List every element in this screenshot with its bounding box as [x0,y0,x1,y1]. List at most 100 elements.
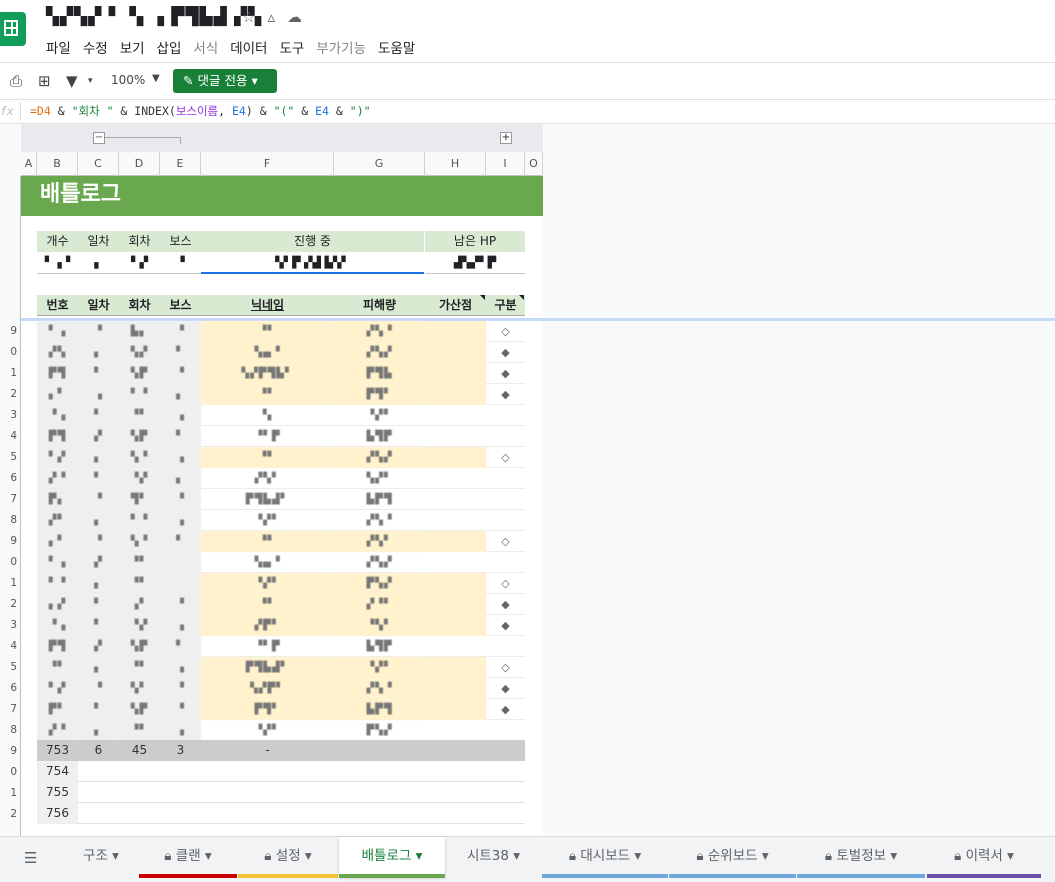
table-cell[interactable]: ▝▞ [119,615,160,636]
menu-item-0[interactable]: 파일 [46,37,78,57]
column-header-d[interactable]: D [119,152,160,176]
summary-value[interactable]: ▟▚▞▘▛ [425,252,525,274]
column-header-g[interactable]: G [334,152,425,176]
table-header[interactable]: 보스 [160,295,201,316]
table-cell[interactable]: ▘▞ [37,447,78,468]
bonus-cell[interactable] [425,384,486,405]
zoom-caret-icon[interactable]: ▼ [152,73,160,84]
bonus-cell[interactable] [425,573,486,594]
table-cell[interactable]: ▘ [78,363,119,384]
column-header-c[interactable]: C [78,152,119,176]
bonus-cell[interactable] [425,321,486,342]
bonus-cell[interactable] [425,531,486,552]
table-cell[interactable]: ▗ [78,384,119,405]
table-cell[interactable]: ▘ [78,615,119,636]
type-diamond-icon[interactable]: ◆ [486,363,525,384]
summary-header[interactable]: 일차 [78,231,119,252]
type-diamond-icon[interactable] [486,468,525,489]
type-diamond-icon[interactable]: ◇ [486,573,525,594]
table-cell[interactable]: ▝▞▘ [201,510,334,531]
table-header[interactable]: 회차 [119,295,160,316]
table-cell[interactable]: ▞ [78,552,119,573]
table-cell[interactable]: ▚▝ [119,531,160,552]
bonus-cell[interactable] [425,468,486,489]
table-cell[interactable]: ▝▘ [119,552,160,573]
table-cell[interactable]: ▘▗ [37,321,78,342]
print-icon[interactable]: ⎙ [10,72,22,90]
table-cell[interactable]: ▞▚▝ [334,678,425,699]
menu-item-5[interactable]: 데이터 [230,37,274,57]
empty-row[interactable]: 756 [37,803,525,824]
bonus-cell[interactable] [425,699,486,720]
table-cell[interactable]: ▘▝ [37,573,78,594]
row-header[interactable]: 2 [10,808,17,820]
table-cell[interactable]: ▛▜ [37,363,78,384]
empty-row[interactable]: 754 [37,761,525,782]
row-header[interactable]: 0 [10,556,17,568]
table-cell[interactable]: ▘ [78,405,119,426]
table-row[interactable]: ▞▘ ▖ ▘▝ ▗ ▝▞▘ ▞▚▝ [37,510,525,531]
table-row[interactable]: ▘▞ ▖ ▚▝ ▗ ▝▘ ▞▚▞ ◇ [37,447,525,468]
sheets-logo-icon[interactable] [0,12,26,46]
type-diamond-icon[interactable]: ◇ [486,531,525,552]
table-cell[interactable]: ▚▄▝ [201,552,334,573]
formula-bar[interactable]: fx =D4 & "회차 " & INDEX(보스이름, E4) & "(" &… [0,100,1055,124]
current-nick[interactable]: - [201,740,334,761]
table-cell[interactable]: ▘ [160,531,201,552]
summary-header[interactable]: 회차 [119,231,160,252]
table-cell[interactable]: ▝▖ [201,405,334,426]
row-header[interactable]: 9 [10,535,17,547]
table-row[interactable]: ▛▘ ▘ ▚▛ ▝ ▛▜▘ ▙▛▜ ◆ [37,699,525,720]
bonus-cell[interactable] [425,615,486,636]
table-cell[interactable]: ▞ [78,426,119,447]
table-cell[interactable]: ▞▝ [37,468,78,489]
bonus-cell[interactable] [425,363,486,384]
type-diamond-icon[interactable] [486,636,525,657]
table-cell[interactable]: ▗ [160,657,201,678]
bonus-cell[interactable] [425,510,486,531]
bonus-cell[interactable] [425,405,486,426]
table-cell[interactable]: ▛▚▞ [334,573,425,594]
row-header[interactable]: 4 [10,430,17,442]
row-header[interactable]: 5 [10,451,17,463]
table-cell[interactable]: ▘▞ [37,678,78,699]
table-cell[interactable]: ▝▞▘ [201,720,334,741]
table-cell[interactable]: ▝ [160,489,201,510]
table-cell[interactable]: ▝▘ [37,657,78,678]
table-cell[interactable]: ▝▘ [201,531,334,552]
table-cell[interactable]: ▝ [160,594,201,615]
table-cell[interactable]: ▚▘ [119,678,160,699]
table-cell[interactable]: ▘ [160,342,201,363]
table-cell[interactable]: ▝▗ [37,615,78,636]
table-header[interactable]: 피해량 [334,295,425,316]
table-row[interactable]: ▞▝ ▘ ▝▞ ▖ ▞▚▘ ▚▞▘ [37,468,525,489]
table-cell[interactable]: ▝ [160,678,201,699]
row-number-cell[interactable]: 755 [37,782,78,803]
table-cell[interactable]: ▘ [78,699,119,720]
table-row[interactable]: ▛▖ ▝ ▜▘ ▝ ▛▜▙▟▘ ▙▛▜ [37,489,525,510]
row-header[interactable]: 7 [10,703,17,715]
bonus-cell[interactable] [425,657,486,678]
table-row[interactable]: ▖▘ ▗ ▘▝ ▖ ▝▘ ▛▜▘ ◆ [37,384,525,405]
row-header[interactable]: 1 [10,367,17,379]
table-cell[interactable]: ▞▝ [37,720,78,741]
type-diamond-icon[interactable] [486,426,525,447]
column-header-e[interactable]: E [160,152,201,176]
table-cell[interactable]: ▖ [160,384,201,405]
table-row[interactable]: ▘▝ ▖ ▝▘ ▝▞▘ ▛▚▞ ◇ [37,573,525,594]
table-cell[interactable]: ▛▜▙▟▘ [201,657,334,678]
table-cell[interactable]: ▞▚▝ [334,510,425,531]
summary-value[interactable]: ▘▗▝ [37,252,78,274]
summary-header[interactable]: 진행 중 [201,231,424,252]
table-cell[interactable]: ▞▚▞ [334,552,425,573]
table-cell[interactable]: ▞ [78,636,119,657]
table-cell[interactable]: ▝▘ [201,321,334,342]
table-header[interactable]: 일차 [78,295,119,316]
row-header[interactable]: 0 [10,766,17,778]
table-cell[interactable]: ▖▘ [37,384,78,405]
bonus-cell[interactable] [425,720,486,741]
table-cell[interactable]: ▛▜▘ [201,699,334,720]
sheet-tab[interactable]: 🔒︎ 토벌정보 ▾ [797,837,925,878]
table-cell[interactable]: ▞▘ [37,510,78,531]
bonus-cell[interactable] [425,552,486,573]
